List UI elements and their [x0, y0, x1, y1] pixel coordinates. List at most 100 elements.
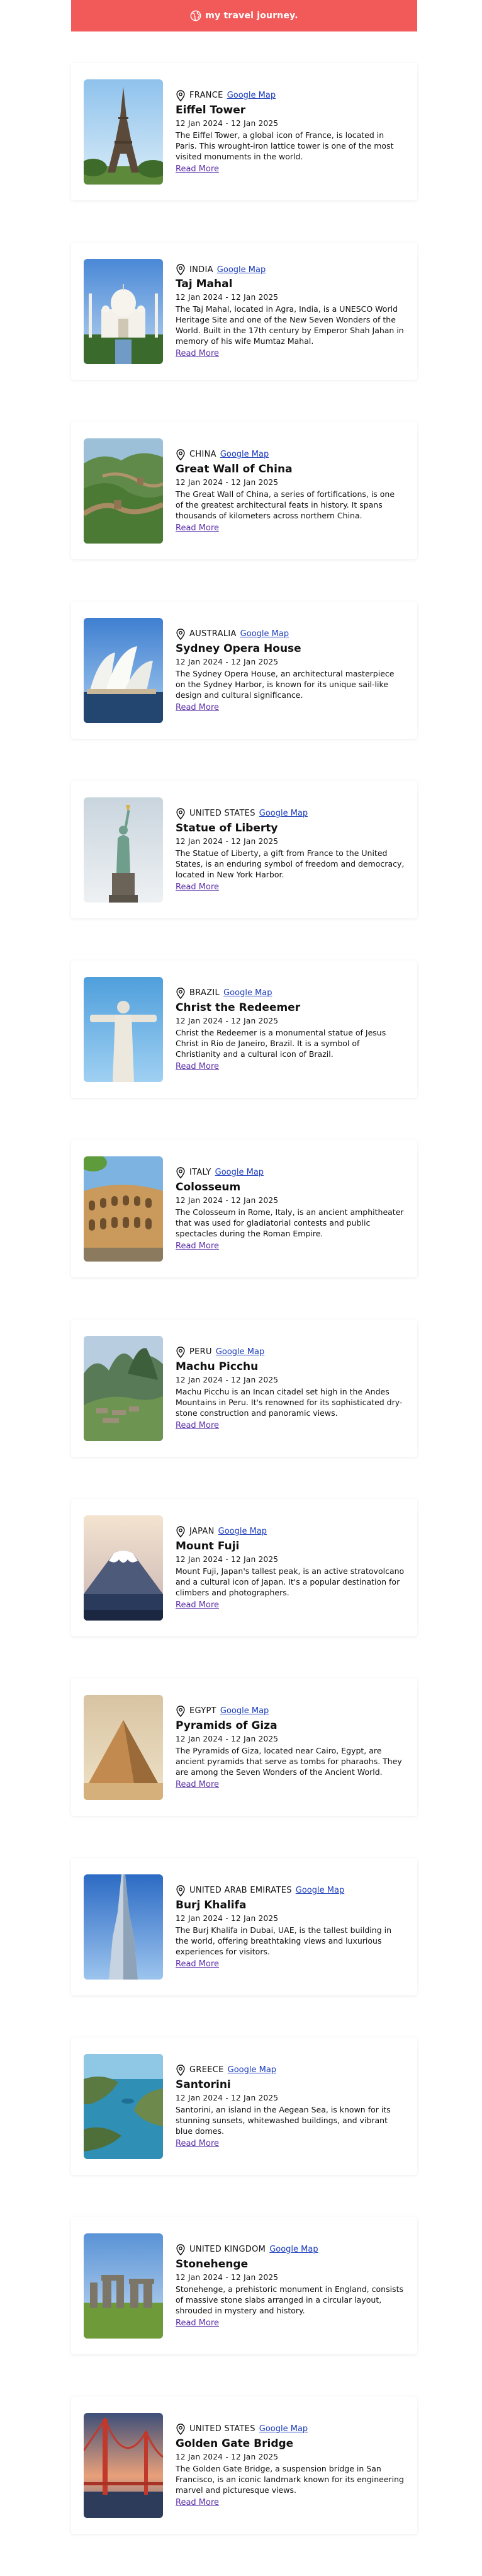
- google-map-link[interactable]: Google Map: [217, 265, 266, 275]
- read-more-link[interactable]: Read More: [176, 1421, 219, 1430]
- colosseum-photo: [84, 1156, 163, 1262]
- journey-card-golden-gate-bridge: UNITED STATES Google Map Golden Gate Bri…: [71, 2396, 417, 2534]
- location-pin-icon: [176, 1884, 185, 1896]
- place-description: The Great Wall of China, a series of for…: [176, 489, 395, 520]
- google-map-link[interactable]: Google Map: [227, 91, 276, 100]
- location-pin-icon: [176, 1346, 185, 1358]
- app-header: my travel journey.: [71, 0, 417, 31]
- trip-dates: 12 Jan 2024 - 12 Jan 2025: [176, 1913, 279, 1923]
- place-name: Golden Gate Bridge: [176, 2437, 294, 2450]
- google-map-link[interactable]: Google Map: [240, 629, 289, 639]
- read-more-link[interactable]: Read More: [176, 1241, 219, 1251]
- read-more-link[interactable]: Read More: [176, 1780, 219, 1789]
- country-label: ITALY: [189, 1168, 211, 1177]
- place-name: Christ the Redeemer: [176, 1001, 301, 1014]
- place-name: Statue of Liberty: [176, 821, 278, 835]
- taj-mahal-photo: [84, 258, 163, 364]
- journey-card-great-wall: CHINA Google Map Great Wall of China 12 …: [71, 422, 417, 559]
- country-label: GREECE: [189, 2065, 224, 2075]
- location-pin-icon: [176, 1705, 185, 1717]
- location-pin-icon: [176, 628, 185, 640]
- google-map-link[interactable]: Google Map: [259, 809, 308, 818]
- read-more-link[interactable]: Read More: [176, 1600, 219, 1610]
- location-pin-icon: [176, 2243, 185, 2255]
- santorini-photo: [84, 2053, 163, 2159]
- google-map-link[interactable]: Google Map: [220, 450, 269, 459]
- place-description: The Eiffel Tower, a global icon of Franc…: [176, 130, 394, 161]
- google-map-link[interactable]: Google Map: [215, 1168, 264, 1177]
- read-more-link[interactable]: Read More: [176, 523, 219, 533]
- google-map-link[interactable]: Google Map: [223, 988, 272, 998]
- christ-the-redeemer-photo: [84, 976, 163, 1082]
- location-pin-icon: [176, 89, 185, 101]
- place-description: The Colosseum in Rome, Italy, is an anci…: [176, 1207, 404, 1238]
- place-name: Pyramids of Giza: [176, 1719, 277, 1732]
- read-more-link[interactable]: Read More: [176, 1959, 219, 1969]
- location-pin-icon: [176, 1166, 185, 1178]
- read-more-link[interactable]: Read More: [176, 2139, 219, 2148]
- burj-khalifa-photo: [84, 1874, 163, 1980]
- place-name: Taj Mahal: [176, 278, 233, 290]
- journey-card-sydney-opera-house: AUSTRALIA Google Map Sydney Opera House …: [71, 601, 417, 739]
- place-description: Machu Picchu is an Incan citadel set hig…: [176, 1386, 403, 1418]
- trip-dates: 12 Jan 2024 - 12 Jan 2025: [176, 1734, 279, 1743]
- country-label: PERU: [189, 1347, 212, 1357]
- read-more-link[interactable]: Read More: [176, 2498, 219, 2507]
- google-map-link[interactable]: Google Map: [269, 2245, 318, 2254]
- location-pin-icon: [176, 807, 185, 819]
- google-map-link[interactable]: Google Map: [216, 1347, 264, 1357]
- journey-card-santorini: GREECE Google Map Santorini 12 Jan 2024 …: [71, 2037, 417, 2175]
- trip-dates: 12 Jan 2024 - 12 Jan 2025: [176, 1375, 279, 1384]
- country-label: AUSTRALIA: [189, 629, 237, 639]
- country-label: FRANCE: [189, 91, 223, 100]
- location-pin-icon: [176, 264, 185, 275]
- read-more-link[interactable]: Read More: [176, 164, 219, 174]
- trip-dates: 12 Jan 2024 - 12 Jan 2025: [176, 836, 279, 846]
- journey-card-colosseum: ITALY Google Map Colosseum 12 Jan 2024 -…: [71, 1140, 417, 1277]
- location-pin-icon: [176, 2064, 185, 2076]
- google-map-link[interactable]: Google Map: [228, 2065, 276, 2075]
- journey-card-christ-the-redeemer: BRAZIL Google Map Christ the Redeemer 12…: [71, 960, 417, 1098]
- place-description: Christ the Redeemer is a monumental stat…: [176, 1027, 386, 1059]
- journey-card-pyramids-of-giza: EGYPT Google Map Pyramids of Giza 12 Jan…: [71, 1678, 417, 1816]
- read-more-link[interactable]: Read More: [176, 349, 219, 358]
- read-more-link[interactable]: Read More: [176, 882, 219, 892]
- journey-card-eiffel-tower: FRANCE Google Map Eiffel Tower 12 Jan 20…: [71, 63, 417, 200]
- place-name: Santorini: [176, 2078, 231, 2091]
- entries-list: FRANCE Google Map Eiffel Tower 12 Jan 20…: [71, 63, 417, 2576]
- google-map-link[interactable]: Google Map: [218, 1527, 267, 1536]
- country-label: UNITED STATES: [189, 2424, 255, 2434]
- place-name: Burj Khalifa: [176, 1898, 247, 1912]
- country-label: BRAZIL: [189, 988, 220, 998]
- pyramids-of-giza-photo: [84, 1694, 163, 1800]
- read-more-link[interactable]: Read More: [176, 1062, 219, 1071]
- place-name: Eiffel Tower: [176, 103, 246, 117]
- journey-card-mount-fuji: JAPAN Google Map Mount Fuji 12 Jan 2024 …: [71, 1499, 417, 1636]
- journey-card-taj-mahal: INDIA Google Map Taj Mahal 12 Jan 2024 -…: [71, 242, 417, 380]
- location-pin-icon: [176, 1525, 185, 1537]
- country-label: UNITED ARAB EMIRATES: [189, 1886, 292, 1895]
- stonehenge-photo: [84, 2233, 163, 2339]
- place-description: Mount Fuji, Japan's tallest peak, is an …: [176, 1566, 405, 1597]
- statue-of-liberty-photo: [84, 797, 163, 903]
- great-wall-photo: [84, 438, 163, 544]
- country-label: INDIA: [189, 265, 213, 275]
- google-map-link[interactable]: Google Map: [220, 1706, 269, 1716]
- google-map-link[interactable]: Google Map: [296, 1886, 344, 1895]
- globe-icon: [190, 10, 201, 21]
- trip-dates: 12 Jan 2024 - 12 Jan 2025: [176, 1554, 279, 1564]
- read-more-link[interactable]: Read More: [176, 703, 219, 712]
- read-more-link[interactable]: Read More: [176, 2318, 219, 2328]
- google-map-link[interactable]: Google Map: [259, 2424, 308, 2434]
- journey-card-stonehenge: UNITED KINGDOM Google Map Stonehenge 12 …: [71, 2217, 417, 2354]
- location-pin-icon: [176, 987, 185, 999]
- mount-fuji-photo: [84, 1515, 163, 1621]
- trip-dates: 12 Jan 2024 - 12 Jan 2025: [176, 2452, 279, 2461]
- place-description: The Taj Mahal, located in Agra, India, i…: [176, 304, 404, 346]
- country-label: UNITED STATES: [189, 809, 255, 818]
- machu-picchu-photo: [84, 1335, 163, 1441]
- place-name: Colosseum: [176, 1180, 241, 1194]
- country-label: UNITED KINGDOM: [189, 2245, 266, 2254]
- trip-dates: 12 Jan 2024 - 12 Jan 2025: [176, 293, 279, 302]
- trip-dates: 12 Jan 2024 - 12 Jan 2025: [176, 1195, 279, 1205]
